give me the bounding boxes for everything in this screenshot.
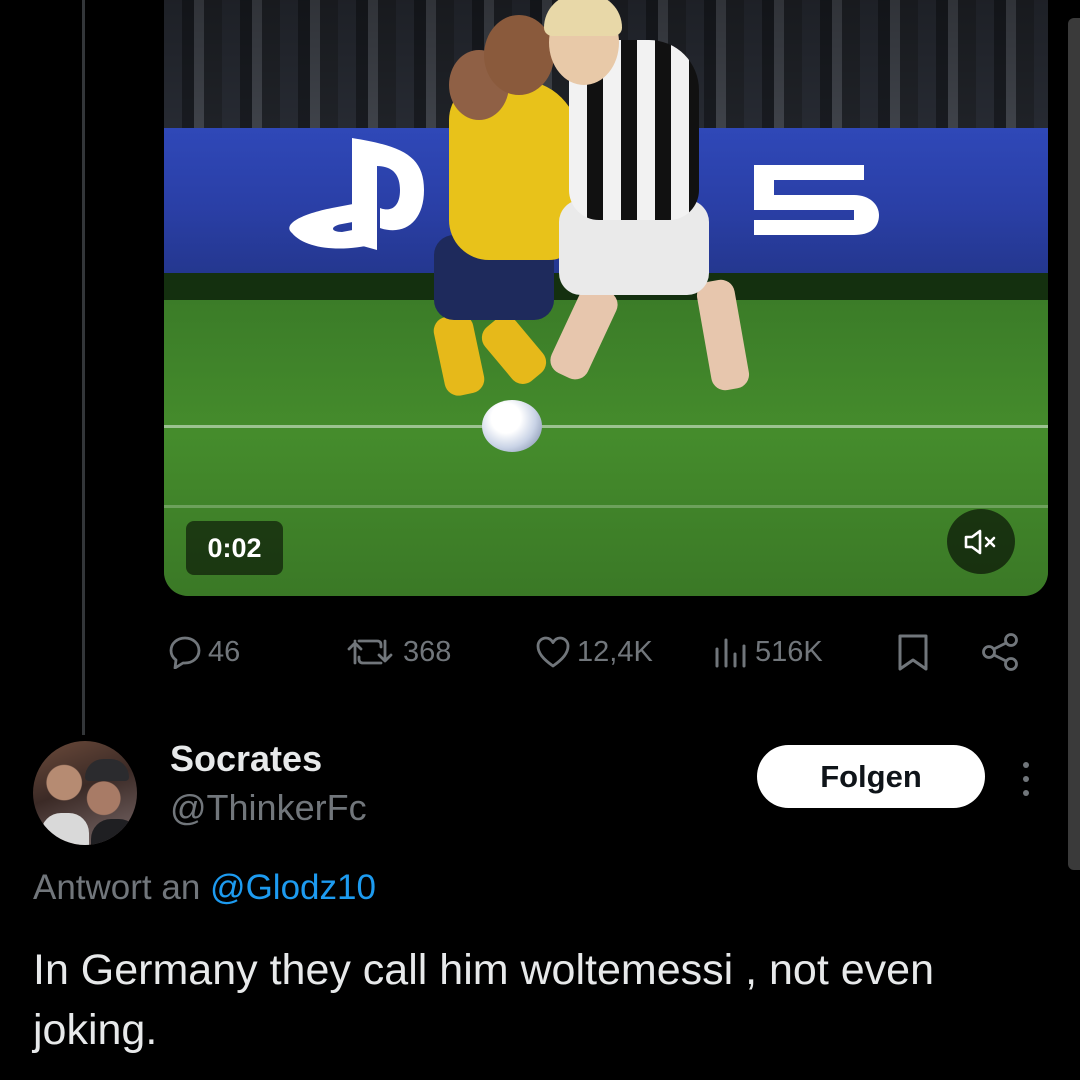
views-count: 516K [755, 635, 823, 668]
views-icon [715, 638, 746, 668]
avatar-shirt [91, 819, 137, 845]
reply-context: Antwort an @Glodz10 [33, 868, 376, 908]
pitch-line [164, 505, 1048, 508]
share-button[interactable] [980, 625, 1022, 679]
reply-mention-link[interactable]: @Glodz10 [210, 868, 376, 907]
bookmark-icon [898, 634, 928, 671]
mute-button[interactable] [947, 509, 1015, 574]
repost-count: 368 [403, 635, 452, 668]
avatar-shirt [41, 813, 89, 845]
reply-icon [169, 636, 201, 669]
reply-prefix: Antwort an [33, 868, 201, 907]
thread-connector-line [82, 0, 85, 735]
avatar-hat [85, 759, 129, 781]
author-handle[interactable]: @ThinkerFc [170, 787, 367, 829]
share-icon [982, 633, 1018, 671]
reply-count: 46 [208, 635, 241, 668]
video-player[interactable] [164, 0, 1048, 596]
video-time-badge: 0:02 [186, 521, 283, 575]
ps5-board-text [754, 165, 879, 235]
bookmark-button[interactable] [895, 625, 931, 679]
player-striped-hair [544, 0, 622, 36]
author-name[interactable]: Socrates [170, 738, 322, 780]
tweet-text: In Germany they call him woltemessi , no… [33, 946, 934, 1054]
scrollbar[interactable] [1068, 18, 1080, 870]
reply-action[interactable]: 46 [168, 625, 240, 679]
like-count: 12,4K [577, 635, 653, 668]
more-dot-icon [1023, 776, 1029, 782]
follow-button[interactable]: Folgen [757, 745, 985, 808]
repost-icon [347, 639, 393, 665]
like-action[interactable]: 12,4K [535, 625, 653, 679]
like-icon [536, 636, 570, 668]
views-action[interactable]: 516K [713, 625, 823, 679]
avatar[interactable] [33, 741, 137, 845]
more-dot-icon [1023, 790, 1029, 796]
football-pitch [164, 300, 1048, 596]
repost-action[interactable]: 368 [345, 625, 451, 679]
more-dot-icon [1023, 762, 1029, 768]
playstation-logo [289, 138, 424, 250]
football [482, 400, 542, 452]
more-options-button[interactable] [1010, 755, 1042, 803]
pitch-line [164, 425, 1048, 428]
speaker-muted-icon [964, 529, 996, 554]
